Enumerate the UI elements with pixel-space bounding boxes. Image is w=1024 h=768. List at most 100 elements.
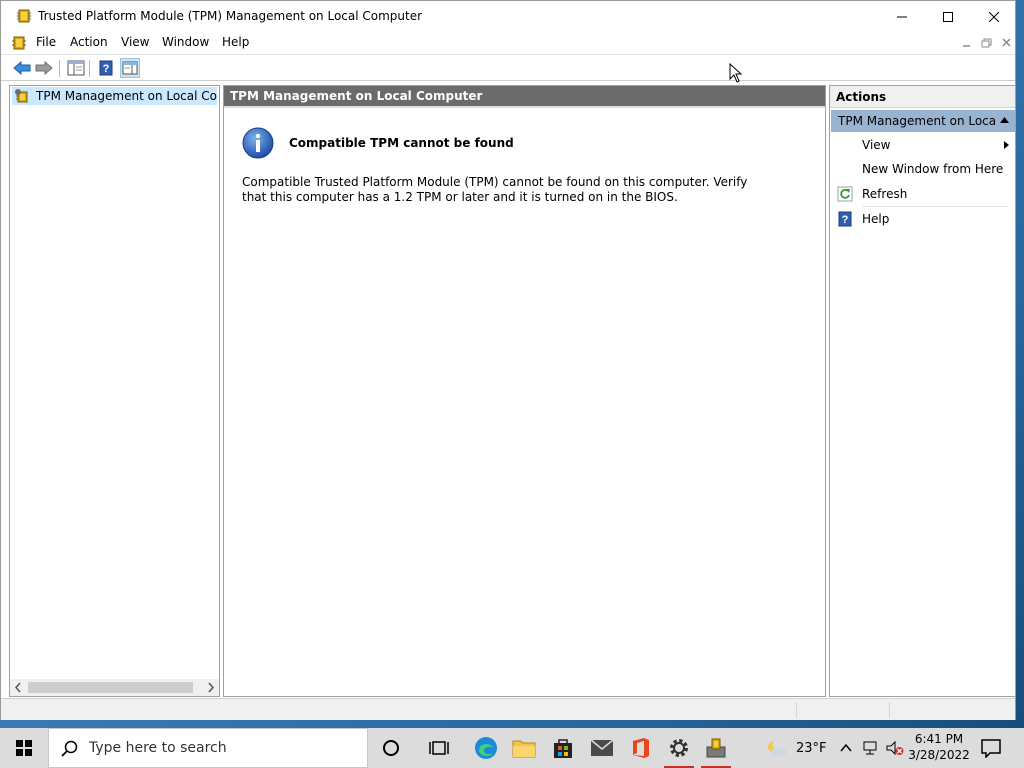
windows-logo-icon xyxy=(16,740,32,756)
toolbar-separator xyxy=(89,60,90,77)
clock-time: 6:41 PM xyxy=(914,732,964,746)
menu-file[interactable]: File xyxy=(35,35,57,51)
chevron-up-icon[interactable] xyxy=(1000,117,1009,123)
refresh-icon xyxy=(837,186,853,202)
child-restore-icon[interactable] xyxy=(979,36,995,50)
start-button[interactable] xyxy=(0,728,48,768)
help-icon: ? xyxy=(838,211,852,227)
gear-icon xyxy=(670,739,688,757)
status-bar xyxy=(1,698,1015,720)
actions-divider xyxy=(862,206,1008,207)
arrow-left-icon xyxy=(13,61,31,75)
mouse-cursor-icon xyxy=(729,63,743,83)
system-clock[interactable]: 6:41 PM 3/28/2022 xyxy=(906,731,972,765)
file-explorer-button[interactable] xyxy=(505,728,543,768)
office-app-button[interactable] xyxy=(622,728,660,768)
cortana-button[interactable] xyxy=(372,728,410,768)
toolbar: ? xyxy=(1,54,1015,81)
action-refresh-label: Refresh xyxy=(862,187,908,201)
menu-window[interactable]: Window xyxy=(161,35,210,51)
menu-view[interactable]: View xyxy=(120,35,150,51)
toolbar-separator xyxy=(59,60,60,77)
tpm-chip-icon xyxy=(17,9,31,23)
tree-item-label: TPM Management on Local Comp xyxy=(36,89,217,103)
submenu-arrow-icon xyxy=(1004,141,1009,149)
store-bag-icon xyxy=(554,739,572,758)
clock-date: 3/28/2022 xyxy=(908,748,970,762)
child-close-icon[interactable] xyxy=(999,36,1015,50)
settings-app-button[interactable] xyxy=(660,728,698,768)
microsoft-store-button[interactable] xyxy=(544,728,582,768)
chevron-up-icon[interactable] xyxy=(838,740,854,756)
minimize-button[interactable] xyxy=(879,1,925,32)
message-body: Compatible Trusted Platform Module (TPM)… xyxy=(242,175,748,204)
forward-button[interactable] xyxy=(34,58,54,78)
menu-action[interactable]: Action xyxy=(69,35,109,51)
window-title: Trusted Platform Module (TPM) Management… xyxy=(38,9,423,23)
mail-app-button[interactable] xyxy=(583,728,621,768)
actions-section-header[interactable]: TPM Management on Loca... xyxy=(831,110,1015,132)
weather-widget[interactable]: 23°F xyxy=(762,728,828,768)
tpm-management-icon xyxy=(15,89,28,103)
show-hide-action-pane-button[interactable] xyxy=(120,58,140,78)
help-button[interactable]: ? xyxy=(96,58,116,78)
volume-muted-icon[interactable] xyxy=(886,740,904,756)
search-icon xyxy=(61,740,78,757)
action-new-window-from-here[interactable]: New Window from Here xyxy=(831,158,1015,180)
mmc-window: Trusted Platform Module (TPM) Management… xyxy=(0,0,1016,720)
office-logo-icon xyxy=(633,738,649,758)
console-tree-pane: TPM Management on Local Comp xyxy=(9,85,220,697)
menu-bar: File Action View Window Help xyxy=(1,32,1015,54)
partly-cloudy-night-icon xyxy=(768,741,787,757)
result-pane-header: TPM Management on Local Computer xyxy=(224,86,825,108)
notification-center-icon[interactable] xyxy=(980,738,1002,758)
scrollbar-thumb[interactable] xyxy=(28,682,193,693)
help-book-icon: ? xyxy=(99,60,113,76)
status-separator xyxy=(796,702,797,718)
actions-section-label: TPM Management on Loca... xyxy=(838,114,996,128)
maximize-button[interactable] xyxy=(925,1,971,32)
title-bar[interactable]: Trusted Platform Module (TPM) Management… xyxy=(1,1,1015,32)
taskbar-search-box[interactable]: Type here to search xyxy=(48,728,368,768)
result-pane: TPM Management on Local Computer Compati… xyxy=(223,85,826,697)
action-pane-icon xyxy=(122,61,138,75)
chevron-left-icon[interactable] xyxy=(13,682,23,693)
result-pane-title: TPM Management on Local Computer xyxy=(230,89,483,103)
actions-pane-header: Actions xyxy=(830,86,1015,108)
action-refresh[interactable]: Refresh xyxy=(831,183,1015,205)
arrow-right-icon xyxy=(35,61,53,75)
action-new-window-label: New Window from Here xyxy=(862,162,1004,176)
edge-icon xyxy=(475,737,497,759)
svg-text:?: ? xyxy=(842,214,849,226)
cortana-circle-icon xyxy=(383,740,399,756)
chevron-right-icon[interactable] xyxy=(206,682,216,693)
menu-help[interactable]: Help xyxy=(221,35,250,51)
child-minimize-icon[interactable] xyxy=(959,36,975,50)
tpm-system-menu-icon[interactable] xyxy=(11,35,27,51)
action-help[interactable]: ? Help xyxy=(831,208,1015,230)
close-button[interactable] xyxy=(971,1,1017,32)
actions-pane-title: Actions xyxy=(836,90,887,104)
mail-envelope-icon xyxy=(590,739,614,756)
close-icon xyxy=(989,11,999,22)
tpm-console-app-button[interactable] xyxy=(697,728,735,768)
actions-pane: Actions TPM Management on Loca... View N… xyxy=(829,85,1016,697)
task-view-icon xyxy=(429,741,449,755)
tree-horizontal-scrollbar[interactable] xyxy=(10,679,219,696)
status-separator xyxy=(889,702,890,718)
tpm-console-icon xyxy=(706,738,726,758)
svg-text:?: ? xyxy=(103,63,110,75)
action-view[interactable]: View xyxy=(831,134,1015,156)
console-tree-icon xyxy=(67,60,85,76)
back-button[interactable] xyxy=(12,58,32,78)
show-hide-console-tree-button[interactable] xyxy=(66,58,86,78)
network-icon[interactable] xyxy=(862,740,880,756)
edge-app-button[interactable] xyxy=(467,728,505,768)
weather-temperature: 23°F xyxy=(796,741,827,756)
folder-icon xyxy=(512,740,536,758)
action-help-label: Help xyxy=(862,212,890,226)
task-view-button[interactable] xyxy=(420,728,458,768)
tree-item-tpm-management[interactable]: TPM Management on Local Comp xyxy=(12,87,217,105)
minimize-icon xyxy=(897,16,907,17)
message-title: Compatible TPM cannot be found xyxy=(289,136,514,150)
